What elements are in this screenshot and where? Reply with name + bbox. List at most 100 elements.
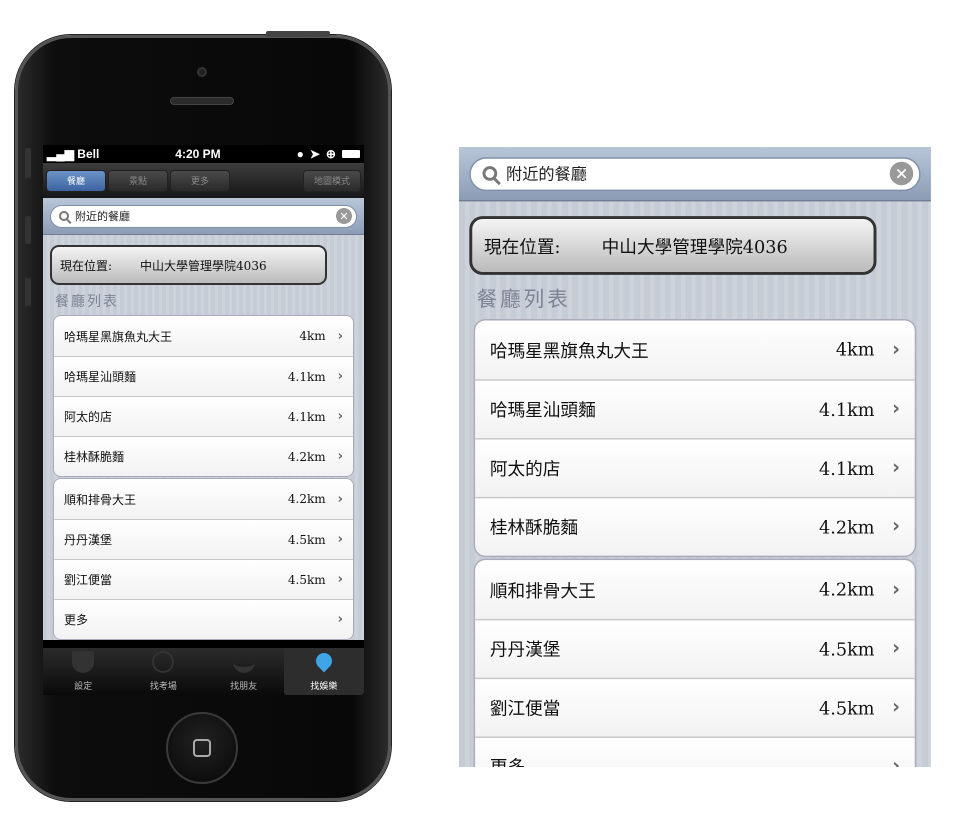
restaurant-distance: 4.5km [287,572,326,587]
restaurant-row[interactable]: 丹丹漢堡 4.5km › [54,519,353,559]
restaurant-distance: 4.5km [819,697,875,719]
restaurant-name: 阿太的店 [489,458,561,480]
camera [197,67,207,77]
restaurant-row[interactable]: 順和排骨大王 4.2km › [54,479,353,519]
tab-find-friends[interactable]: 找朋友 [204,648,284,695]
restaurant-name: 丹丹漢堡 [64,533,113,547]
chevron-right-icon: › [892,696,900,719]
carrier-label: Bell [77,147,100,161]
chevron-right-icon: › [337,369,343,384]
chevron-right-icon: › [892,338,900,361]
restaurant-distance: 4.1km [287,369,326,384]
current-location: 現在位置: 中山大學管理學院4036 [469,216,877,275]
home-button[interactable] [166,712,238,784]
chevron-right-icon: › [337,328,343,344]
restaurant-row[interactable]: 劉江便當 4.5km › [54,559,353,599]
restaurant-distance: 4.1km [819,457,875,479]
chevron-right-icon: › [892,755,900,767]
chevron-right-icon: › [892,457,900,480]
tab-label: 找朋友 [230,682,258,692]
tab-find-exam-site[interactable]: 找考場 [123,648,203,695]
restaurant-distance: 4.2km [819,579,875,600]
chevron-right-icon: › [892,398,900,421]
map-mode-button[interactable]: 地圖模式 [303,169,361,192]
restaurant-name: 順和排骨大王 [489,579,596,601]
search-icon [482,166,498,181]
rotation-lock-icon: ⊕ [325,147,336,161]
restaurant-distance: 4.5km [287,532,326,547]
restaurant-name: 桂林酥脆麵 [489,517,579,539]
volume-up-button [25,216,31,244]
location-label: 現在位置: [60,258,113,273]
search-bar: 附近的餐廳 ✕ [459,147,931,202]
restaurant-group: 順和排骨大王 4.2km › 丹丹漢堡 4.5km › 劉江便當 4.5km › 更多 › [473,558,917,767]
battery-icon [341,150,360,158]
chevron-right-icon: › [337,491,343,507]
home-square-icon [193,739,211,757]
location-value: 中山大學管理學院4036 [140,258,267,273]
location-label: 現在位置: [483,235,561,257]
chevron-right-icon: › [337,572,343,587]
restaurant-row[interactable]: 桂林酥脆麵 4.2km › [475,496,915,556]
search-value: 附近的餐廳 [75,210,130,223]
location-value: 中山大學管理學院4036 [601,235,788,257]
restaurant-row[interactable]: 哈瑪星黑旗魚丸大王 4km › [54,316,353,356]
clear-search-icon[interactable]: ✕ [336,208,352,224]
restaurant-row[interactable]: 更多 › [54,599,353,639]
chevron-right-icon: › [892,515,900,539]
restaurant-row[interactable]: 桂林酥脆麵 4.2km › [54,436,353,476]
segment-more[interactable]: 更多 [170,169,230,192]
restaurant-group: 順和排骨大王 4.2km › 丹丹漢堡 4.5km › 劉江便當 4.5km › 更多 › [53,478,354,640]
restaurant-row[interactable]: 順和排骨大王 4.2km › [475,560,915,619]
search-input[interactable]: 附近的餐廳 ✕ [469,156,921,191]
restaurant-name: 更多 [64,613,89,627]
restaurant-name: 哈瑪星汕頭麵 [64,370,137,384]
screen-content: 附近的餐廳 ✕ 現在位置: 中山大學管理學院4036 餐廳列表 哈瑪星黑旗魚丸大王 4km ›… [43,198,364,640]
clear-search-icon[interactable]: ✕ [889,161,914,186]
tab-bar: 設定 找考場 找朋友 找娛樂 [43,648,364,695]
volume-down-button [25,278,31,306]
restaurant-name: 哈瑪星汕頭麵 [489,399,596,421]
restaurant-distance: 4.1km [287,409,326,424]
tab-settings[interactable]: 設定 [43,648,123,695]
shield-icon [72,651,95,673]
navigation-bar: 餐廳 景點 更多 地圖模式 [43,163,364,198]
search-value: 附近的餐廳 [506,164,587,184]
mute-switch [25,148,31,178]
restaurant-name: 順和排骨大王 [64,492,137,507]
chevron-right-icon: › [892,578,900,601]
zoomed-content: 附近的餐廳 ✕ 現在位置: 中山大學管理學院4036 餐廳列表哈瑪星黑旗魚丸大王 4km ›… [459,147,931,767]
restaurant-distance: 4.2km [287,492,326,506]
speaker [170,97,234,105]
restaurant-row[interactable]: 哈瑪星汕頭麵 4.1km › [54,356,353,396]
search-input[interactable]: 附近的餐廳 ✕ [50,204,357,228]
restaurant-row[interactable]: 劉江便當 4.5km › [475,677,915,737]
restaurant-name: 劉江便當 [64,573,113,587]
phone-screen: ▂▄▆ Bell 4:20 PM ● ➤ ⊕ 餐廳 景點 更多 地圖模式 附近的餐廳… [43,145,364,695]
restaurant-row[interactable]: 哈瑪星黑旗魚丸大王 4km › [475,320,915,380]
restaurant-row[interactable]: 哈瑪星汕頭麵 4.1km › [475,379,915,439]
restaurant-distance: 4.5km [819,638,875,660]
restaurant-row[interactable]: 丹丹漢堡 4.5km › [475,618,915,678]
restaurant-distance: 4.2km [819,516,875,538]
segment-restaurants[interactable]: 餐廳 [46,169,106,192]
chevron-right-icon: › [337,409,343,424]
status-bar: ▂▄▆ Bell 4:20 PM ● ➤ ⊕ [43,145,364,163]
restaurant-name: 阿太的店 [64,410,113,424]
joystick-icon [232,651,255,673]
section-title: 餐廳列表 [476,288,571,312]
restaurant-row[interactable]: 阿太的店 4.1km › [475,438,915,497]
restaurant-row[interactable]: 阿太的店 4.1km › [54,396,353,436]
segment-attractions[interactable]: 景點 [108,169,168,192]
power-button [266,31,330,37]
restaurant-name: 更多 [490,754,525,767]
tab-find-entertainment[interactable]: 找娛樂 [283,648,364,695]
restaurant-name: 劉江便當 [489,698,561,719]
location-icon: ➤ [309,147,320,161]
restaurant-group: 哈瑪星黑旗魚丸大王 4km › 哈瑪星汕頭麵 4.1km › 阿太的店 4.1km › 桂林酥脆麵… [53,315,354,477]
tab-label: 設定 [74,682,93,692]
restaurant-distance: 4.2km [287,449,326,464]
zoomed-panel: 附近的餐廳 ✕ 現在位置: 中山大學管理學院4036 餐廳列表哈瑪星黑旗魚丸大王 4km ›… [459,147,931,767]
restaurant-row[interactable]: 更多 › [475,736,915,767]
current-location: 現在位置: 中山大學管理學院4036 [50,245,327,285]
